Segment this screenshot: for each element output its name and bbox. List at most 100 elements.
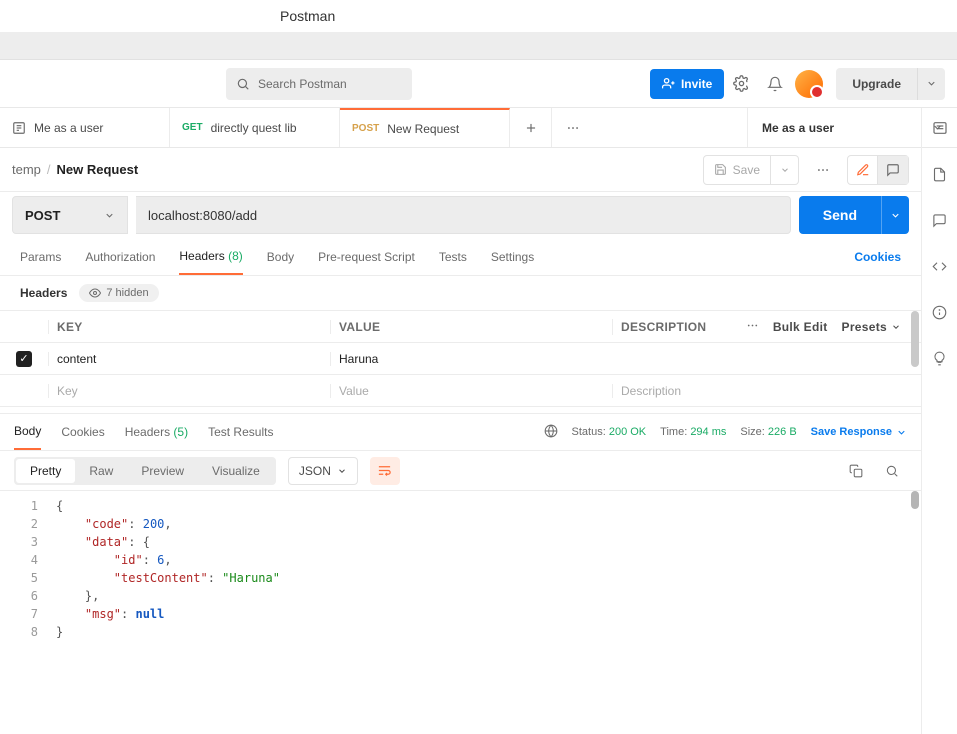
chevron-down-icon [780,165,790,175]
tab-label: Me as a user [34,121,103,135]
upgrade-dropdown[interactable] [917,68,945,100]
cookies-link[interactable]: Cookies [854,250,901,264]
resp-tab-headers[interactable]: Headers (5) [125,415,188,449]
scrollbar[interactable] [911,491,919,509]
search-input-wrap[interactable]: Search Postman [226,68,412,100]
tab-me-as-user[interactable]: Me as a user [0,108,170,147]
chevron-down-icon [926,78,937,89]
plus-icon [524,121,538,135]
cell-key-placeholder[interactable]: Key [48,384,330,398]
tabs-more-button[interactable] [552,108,594,147]
more-horizontal-icon [566,121,580,135]
breadcrumb-parent[interactable]: temp [12,162,41,177]
send-dropdown[interactable] [881,196,909,234]
chevron-down-icon [337,466,347,476]
new-tab-button[interactable] [510,108,552,147]
comment-icon[interactable] [878,156,908,184]
headers-subheader: Headers 7 hidden [0,276,921,310]
response-body[interactable]: 1{2 "code": 200,3 "data": {4 "id": 6,5 "… [0,491,921,647]
edit-icon[interactable] [848,156,878,184]
col-value: VALUE [330,320,612,334]
headers-table: KEY VALUE DESCRIPTION Bulk Edit Presets … [0,310,921,407]
bulk-edit-link[interactable]: Bulk Edit [773,320,828,334]
send-button[interactable]: Send [799,196,881,234]
sidebar-docs-icon[interactable] [926,160,954,188]
tab-tests[interactable]: Tests [439,240,467,274]
request-tabs-row: Me as a user GET directly quest lib POST… [0,108,957,148]
row-checkbox[interactable]: ✓ [16,351,32,367]
upgrade-button[interactable]: Upgrade [836,68,917,100]
headers-title: Headers [20,286,67,300]
copy-response-button[interactable] [841,457,871,485]
globe-icon[interactable] [544,424,558,441]
topbar: Search Postman Invite Upgrade [0,60,957,108]
cell-key[interactable]: content [48,352,330,366]
chevron-down-icon [891,322,901,332]
view-raw[interactable]: Raw [75,459,127,483]
cell-desc-placeholder[interactable]: Description [612,384,921,398]
avatar[interactable] [792,67,826,101]
scrollbar[interactable] [911,311,919,367]
search-placeholder: Search Postman [258,77,347,91]
app-title: Postman [280,8,335,24]
save-icon [714,163,727,176]
view-preview[interactable]: Preview [127,459,198,483]
presets-dropdown[interactable]: Presets [842,320,901,334]
view-visualize[interactable]: Visualize [198,459,274,483]
url-input[interactable] [136,196,791,234]
window-chrome-greybar [0,32,957,60]
invite-icon [662,77,675,90]
tab-headers[interactable]: Headers (8) [179,239,242,275]
sidebar-info-icon[interactable] [926,298,954,326]
save-dropdown[interactable] [771,155,799,185]
col-desc: DESCRIPTION [621,320,706,334]
sidebar-lightbulb-icon[interactable] [926,344,954,372]
view-mode-segment: Pretty Raw Preview Visualize [14,457,276,485]
size-meta: Size: 226 B [740,426,796,438]
eye-icon [89,287,101,299]
hidden-headers-toggle[interactable]: 7 hidden [79,284,158,302]
chevron-down-icon [104,210,115,221]
view-pretty[interactable]: Pretty [16,459,75,483]
tab-authorization[interactable]: Authorization [85,240,155,274]
sidebar-env-quicklook-icon[interactable] [926,114,954,142]
resp-tab-body[interactable]: Body [14,414,41,450]
table-header: KEY VALUE DESCRIPTION Bulk Edit Presets [0,311,921,343]
tab-label: New Request [387,122,459,136]
notifications-icon[interactable] [758,67,792,101]
table-row: ✓ content Haruna [0,343,921,375]
tab-get-request[interactable]: GET directly quest lib [170,108,340,147]
workarea: temp / New Request Save [0,148,921,734]
time-meta: Time: 294 ms [660,426,726,438]
invite-button[interactable]: Invite [650,69,724,99]
table-row-empty: Key Value Description [0,375,921,407]
tab-settings[interactable]: Settings [491,240,534,274]
sidebar-comments-icon[interactable] [926,206,954,234]
overview-icon [12,121,26,135]
breadcrumb-row: temp / New Request Save [0,148,921,192]
method-badge: GET [182,122,203,133]
environment-label: Me as a user [762,121,834,135]
tab-prerequest[interactable]: Pre-request Script [318,240,415,274]
settings-icon[interactable] [724,67,758,101]
format-selector[interactable]: JSON [288,457,358,485]
method-badge: POST [352,123,379,134]
tab-params[interactable]: Params [20,240,61,274]
save-button[interactable]: Save [703,155,771,185]
col-options-more[interactable] [746,319,759,335]
resp-tab-cookies[interactable]: Cookies [61,415,104,449]
tab-body[interactable]: Body [267,240,294,274]
search-response-button[interactable] [877,457,907,485]
request-more-button[interactable] [809,156,837,184]
wrap-lines-button[interactable] [370,457,400,485]
cell-value-placeholder[interactable]: Value [330,384,612,398]
wrap-icon [377,463,392,478]
titlebar: Postman [0,0,957,32]
tab-post-request[interactable]: POST New Request [340,108,510,147]
cell-value[interactable]: Haruna [330,352,612,366]
method-selector[interactable]: POST [12,196,128,234]
save-response-dropdown[interactable]: Save Response [811,426,907,438]
sidebar-code-icon[interactable] [926,252,954,280]
resp-tab-tests[interactable]: Test Results [208,415,273,449]
invite-label: Invite [681,77,712,91]
